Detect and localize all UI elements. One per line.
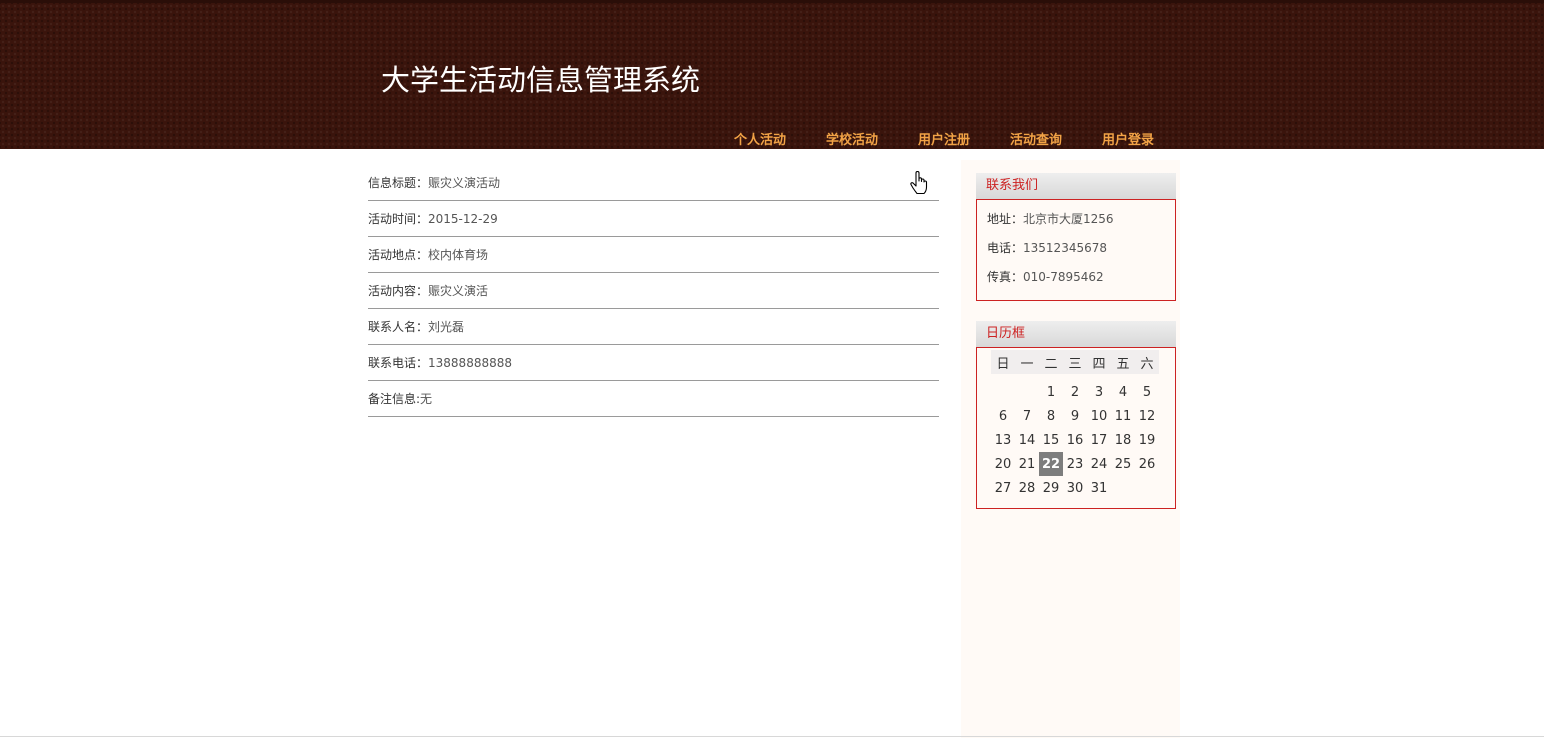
weekday-header: 三 xyxy=(1063,350,1087,374)
calendar-day[interactable]: 15 xyxy=(1039,428,1063,452)
contact-box-title: 联系我们 xyxy=(976,173,1176,199)
calendar-week-row: 6 7 8 9 10 11 12 xyxy=(991,404,1159,428)
calendar-weekday-row: 日 一 二 三 四 五 六 xyxy=(991,350,1159,374)
detail-value: 刘光磊 xyxy=(428,320,465,334)
detail-label: 活动地点： xyxy=(368,248,429,262)
contact-fax: 传真：010-7895462 xyxy=(977,263,1175,292)
detail-label: 活动时间： xyxy=(368,212,429,226)
calendar-box-body: 日 一 二 三 四 五 六 1 2 3 4 5 6 7 8 9 10 11 12 13 14 15 16 17 1… xyxy=(976,347,1176,509)
calendar-day[interactable]: 8 xyxy=(1039,404,1063,428)
hand-cursor-icon xyxy=(910,171,928,195)
calendar-day[interactable]: 7 xyxy=(1015,404,1039,428)
contact-label: 电话： xyxy=(987,241,1024,255)
calendar-empty-day xyxy=(991,380,1015,404)
weekday-header: 四 xyxy=(1087,350,1111,374)
calendar-days: 1 2 3 4 5 6 7 8 9 10 11 12 13 14 15 16 17 18 19 20 21 22 23 24 2… xyxy=(991,374,1159,500)
calendar-day[interactable]: 5 xyxy=(1135,380,1159,404)
nav-user-register[interactable]: 用户注册 xyxy=(918,129,1010,148)
main-nav: 个人活动 学校活动 用户注册 活动查询 用户登录 xyxy=(734,129,1194,148)
detail-row-remarks: 备注信息:无 xyxy=(368,381,939,417)
calendar-day[interactable]: 10 xyxy=(1087,404,1111,428)
calendar-day[interactable]: 13 xyxy=(991,428,1015,452)
detail-value: 赈灾义演活动 xyxy=(428,176,501,190)
calendar-day[interactable]: 24 xyxy=(1087,452,1111,476)
calendar-week-row: 20 21 22 23 24 25 26 xyxy=(991,452,1159,476)
page-bottom-divider xyxy=(0,736,1544,737)
weekday-header: 六 xyxy=(1135,350,1159,374)
weekday-header: 一 xyxy=(1015,350,1039,374)
calendar-day[interactable]: 9 xyxy=(1063,404,1087,428)
contact-value: 13512345678 xyxy=(1023,241,1107,255)
contact-label: 地址： xyxy=(987,212,1024,226)
calendar-day[interactable]: 3 xyxy=(1087,380,1111,404)
calendar-today[interactable]: 22 xyxy=(1039,452,1063,476)
calendar-day[interactable]: 25 xyxy=(1111,452,1135,476)
calendar-day[interactable]: 16 xyxy=(1063,428,1087,452)
calendar-day[interactable]: 27 xyxy=(991,476,1015,500)
detail-row-location: 活动地点：校内体育场 xyxy=(368,237,939,273)
contact-address: 地址：北京市大厦1256 xyxy=(977,205,1175,234)
contact-box: 联系我们 地址：北京市大厦1256 电话：13512345678 传真：010-… xyxy=(976,173,1176,301)
detail-label: 备注信息: xyxy=(368,392,421,406)
nav-activity-search[interactable]: 活动查询 xyxy=(1010,129,1102,148)
calendar-day[interactable]: 1 xyxy=(1039,380,1063,404)
calendar-day[interactable]: 19 xyxy=(1135,428,1159,452)
site-title: 大学生活动信息管理系统 xyxy=(381,63,701,97)
detail-value: 2015-12-29 xyxy=(428,212,498,226)
detail-row-time: 活动时间：2015-12-29 xyxy=(368,201,939,237)
detail-label: 活动内容： xyxy=(368,284,429,298)
calendar-day[interactable]: 20 xyxy=(991,452,1015,476)
contact-box-body: 地址：北京市大厦1256 电话：13512345678 传真：010-78954… xyxy=(976,199,1176,301)
contact-label: 传真： xyxy=(987,270,1024,284)
calendar-day[interactable]: 6 xyxy=(991,404,1015,428)
calendar-week-row: 13 14 15 16 17 18 19 xyxy=(991,428,1159,452)
calendar-day[interactable]: 28 xyxy=(1015,476,1039,500)
nav-school-activities[interactable]: 学校活动 xyxy=(826,129,918,148)
calendar-week-row: 12345 xyxy=(991,380,1159,404)
calendar-empty-day xyxy=(1015,380,1039,404)
detail-value: 13888888888 xyxy=(428,356,512,370)
activity-detail: 信息标题：赈灾义演活动 活动时间：2015-12-29 活动地点：校内体育场 活… xyxy=(368,165,939,417)
contact-value: 北京市大厦1256 xyxy=(1023,212,1114,226)
detail-value: 无 xyxy=(420,392,433,406)
calendar-table: 日 一 二 三 四 五 六 1 2 3 4 5 6 7 8 9 10 11 12 13 14 15 16 17 1… xyxy=(991,350,1159,500)
calendar-day[interactable]: 18 xyxy=(1111,428,1135,452)
calendar-day[interactable]: 2 xyxy=(1063,380,1087,404)
weekday-header: 日 xyxy=(991,350,1015,374)
calendar-day[interactable]: 14 xyxy=(1015,428,1039,452)
calendar-week-row: 27 28 29 30 31 xyxy=(991,476,1159,500)
detail-row-contact-phone: 联系电话：13888888888 xyxy=(368,345,939,381)
site-header: 大学生活动信息管理系统 个人活动 学校活动 用户注册 活动查询 用户登录 xyxy=(0,0,1544,149)
detail-row-title: 信息标题：赈灾义演活动 xyxy=(368,165,939,201)
weekday-header: 二 xyxy=(1039,350,1063,374)
detail-row-content: 活动内容：赈灾义演活 xyxy=(368,273,939,309)
detail-label: 联系人名： xyxy=(368,320,429,334)
contact-phone: 电话：13512345678 xyxy=(977,234,1175,263)
contact-value: 010-7895462 xyxy=(1023,270,1104,284)
calendar-box: 日历框 日 一 二 三 四 五 六 1 2 3 4 5 6 7 8 9 10 11 12 13 14 15 1… xyxy=(976,321,1176,509)
calendar-day[interactable]: 21 xyxy=(1015,452,1039,476)
calendar-day[interactable]: 23 xyxy=(1063,452,1087,476)
calendar-empty-day xyxy=(1135,476,1159,500)
detail-value: 校内体育场 xyxy=(428,248,489,262)
calendar-day[interactable]: 4 xyxy=(1111,380,1135,404)
calendar-day[interactable]: 31 xyxy=(1087,476,1111,500)
calendar-day[interactable]: 12 xyxy=(1135,404,1159,428)
nav-user-login[interactable]: 用户登录 xyxy=(1102,129,1194,148)
detail-value: 赈灾义演活 xyxy=(428,284,489,298)
detail-label: 联系电话： xyxy=(368,356,429,370)
calendar-empty-day xyxy=(1111,476,1135,500)
weekday-header: 五 xyxy=(1111,350,1135,374)
calendar-day[interactable]: 30 xyxy=(1063,476,1087,500)
sidebar: 联系我们 地址：北京市大厦1256 电话：13512345678 传真：010-… xyxy=(961,160,1180,738)
nav-personal-activities[interactable]: 个人活动 xyxy=(734,129,826,148)
calendar-day[interactable]: 26 xyxy=(1135,452,1159,476)
calendar-day[interactable]: 17 xyxy=(1087,428,1111,452)
detail-label: 信息标题： xyxy=(368,176,429,190)
calendar-day[interactable]: 29 xyxy=(1039,476,1063,500)
calendar-box-title: 日历框 xyxy=(976,321,1176,347)
calendar-day[interactable]: 11 xyxy=(1111,404,1135,428)
detail-row-contact-name: 联系人名：刘光磊 xyxy=(368,309,939,345)
